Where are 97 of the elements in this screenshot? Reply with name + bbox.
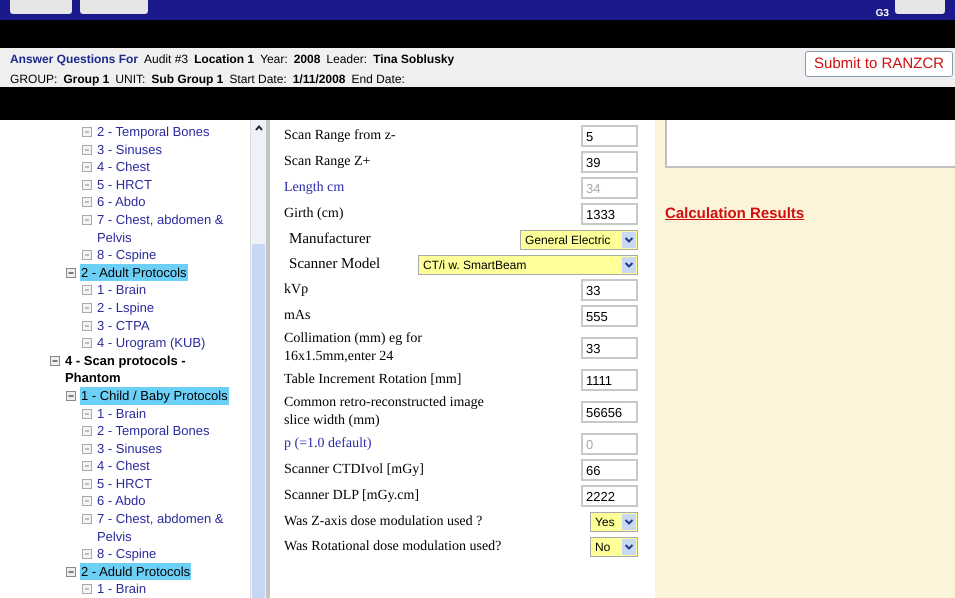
tree-item[interactable]: 8 - Cspine <box>96 246 158 264</box>
tree-item[interactable]: 6 - Abdo <box>96 492 146 510</box>
header-label: End Date: <box>351 71 405 87</box>
field-label: mAs <box>284 307 310 325</box>
input-field[interactable]: 5 <box>581 125 638 147</box>
leaf-icon <box>82 514 92 524</box>
collapse-icon[interactable] <box>66 566 76 577</box>
field-label: Was Z-axis dose modulation used ? <box>284 513 482 530</box>
field-label: Table Increment Rotation [mm] <box>284 371 462 389</box>
leaf-icon <box>82 338 92 348</box>
leaf-icon <box>82 127 92 137</box>
header-label: Audit #3 <box>144 51 188 68</box>
leaf-icon <box>82 302 92 313</box>
header-label: GROUP: <box>10 71 58 87</box>
input-field[interactable]: 1111 <box>581 369 638 391</box>
input-field[interactable]: 33 <box>581 279 638 301</box>
tree-item[interactable]: 3 - Sinuses <box>96 140 164 158</box>
tree-item[interactable]: 5 - HRCT <box>96 474 153 492</box>
tree-item[interactable]: 2 - Aduld Protocols <box>80 562 192 580</box>
input-field[interactable]: 39 <box>581 151 638 173</box>
tree-item[interactable]: 1 - Brain <box>96 281 148 299</box>
header-value: Sub Group 1 <box>151 71 224 87</box>
collapse-icon[interactable] <box>66 268 76 278</box>
tree-item[interactable]: 4 - Urogram (KUB) <box>96 334 206 352</box>
leaf-icon <box>82 426 92 436</box>
leaf-icon <box>82 444 92 454</box>
header-title: Answer Questions For <box>10 51 138 68</box>
input-field[interactable]: 1333 <box>581 203 638 225</box>
leaf-icon <box>82 214 92 225</box>
tree-item[interactable]: 2 - Temporal Bones <box>96 123 210 141</box>
dropdown[interactable]: No <box>590 536 638 556</box>
tree-item[interactable]: 4 - Chest <box>96 457 151 475</box>
leaf-icon <box>82 478 92 489</box>
header-value: 2008 <box>294 51 320 68</box>
leaf-icon <box>82 144 92 155</box>
leaf-icon <box>82 250 92 260</box>
leaf-icon <box>82 180 92 190</box>
header-value: 1/11/2008 <box>292 71 346 87</box>
input-field[interactable]: 2222 <box>581 485 638 507</box>
field-label: Scan Range Z+ <box>284 153 370 171</box>
leaf-icon <box>82 461 92 472</box>
leaf-icon <box>82 320 92 331</box>
tree-item[interactable]: 1 - Brain <box>96 404 148 422</box>
tree-item[interactable]: 5 - HRCT <box>96 176 153 194</box>
leaf-icon <box>82 549 92 560</box>
field-label: Scanner CTDIvol [mGy] <box>284 461 424 479</box>
field-label: Scan Range from z- <box>284 127 396 145</box>
field-label: Collimation (mm) eg for 16x1.5mm,enter 24 <box>284 330 424 366</box>
scrollbar[interactable] <box>250 120 266 598</box>
field-label: p (=1.0 default) <box>284 435 372 453</box>
tree-item[interactable]: 6 - Abdo <box>96 193 146 211</box>
submit-button[interactable]: Submit to RANZCR <box>804 51 953 77</box>
header-value: Tina Soblusky <box>373 51 454 68</box>
collapse-icon[interactable] <box>50 356 60 366</box>
leaf-icon <box>82 496 92 506</box>
calculation-results-link[interactable]: Calculation Results <box>665 205 804 222</box>
tree-item[interactable]: 4 - Scan protocols - Phantom <box>64 352 224 387</box>
tree-item[interactable]: 2 - Temporal Bones <box>96 422 210 440</box>
field-label: Girth (cm) <box>284 205 344 223</box>
tree-item[interactable]: 3 - CTPA <box>96 316 150 334</box>
tree-item[interactable]: 1 - Brain <box>96 580 148 598</box>
tree-item[interactable]: 8 - Cspine <box>96 545 158 563</box>
dropdown[interactable]: CT/i w. SmartBeam <box>418 254 638 274</box>
field-label: Was Rotational dose modulation used? <box>284 538 502 555</box>
tree-item[interactable]: 2 - Lspine <box>96 298 156 317</box>
field-label: Manufacturer <box>289 230 371 250</box>
header-label: Year: <box>260 51 288 68</box>
tree-item[interactable]: 1 - Child / Baby Protocols <box>80 386 229 404</box>
header-label: Start Date: <box>229 71 287 87</box>
header-value: Group 1 <box>63 71 110 87</box>
input-field[interactable]: 33 <box>581 337 638 359</box>
input-field[interactable]: 66 <box>581 459 638 481</box>
leaf-icon <box>82 584 92 594</box>
field-label: Common retro-reconstructed image slice width (mm) <box>284 394 485 430</box>
leaf-icon <box>82 285 92 296</box>
tree-item[interactable]: 3 - Sinuses <box>96 440 164 458</box>
input-field[interactable]: 56656 <box>581 401 638 423</box>
dropdown[interactable]: General Electric <box>520 230 638 250</box>
badge-text: G3 <box>876 8 889 20</box>
tree-item[interactable]: 2 - Adult Protocols <box>80 264 188 282</box>
header-value: Location 1 <box>194 51 254 68</box>
field-label: Scanner DLP [mGy.cm] <box>284 487 420 505</box>
dropdown[interactable]: Yes <box>590 512 638 532</box>
tree-item[interactable]: 4 - Chest <box>96 158 151 176</box>
header-label: UNIT: <box>115 71 146 87</box>
tree-item[interactable]: 7 - Chest, abdomen & Pelvis <box>96 510 250 546</box>
leaf-icon <box>82 408 92 418</box>
field-label: Length cm <box>284 179 344 197</box>
header-label: Leader: <box>326 51 368 68</box>
tree-item[interactable]: 7 - Chest, abdomen & Pelvis <box>96 210 250 246</box>
leaf-icon <box>82 162 92 172</box>
field-label: Scanner Model <box>289 255 380 274</box>
leaf-icon <box>82 197 92 208</box>
scroll-thumb[interactable] <box>252 244 265 598</box>
field-label: kVp <box>284 281 308 299</box>
collapse-icon[interactable] <box>66 390 76 401</box>
input-field[interactable]: 555 <box>581 305 638 327</box>
